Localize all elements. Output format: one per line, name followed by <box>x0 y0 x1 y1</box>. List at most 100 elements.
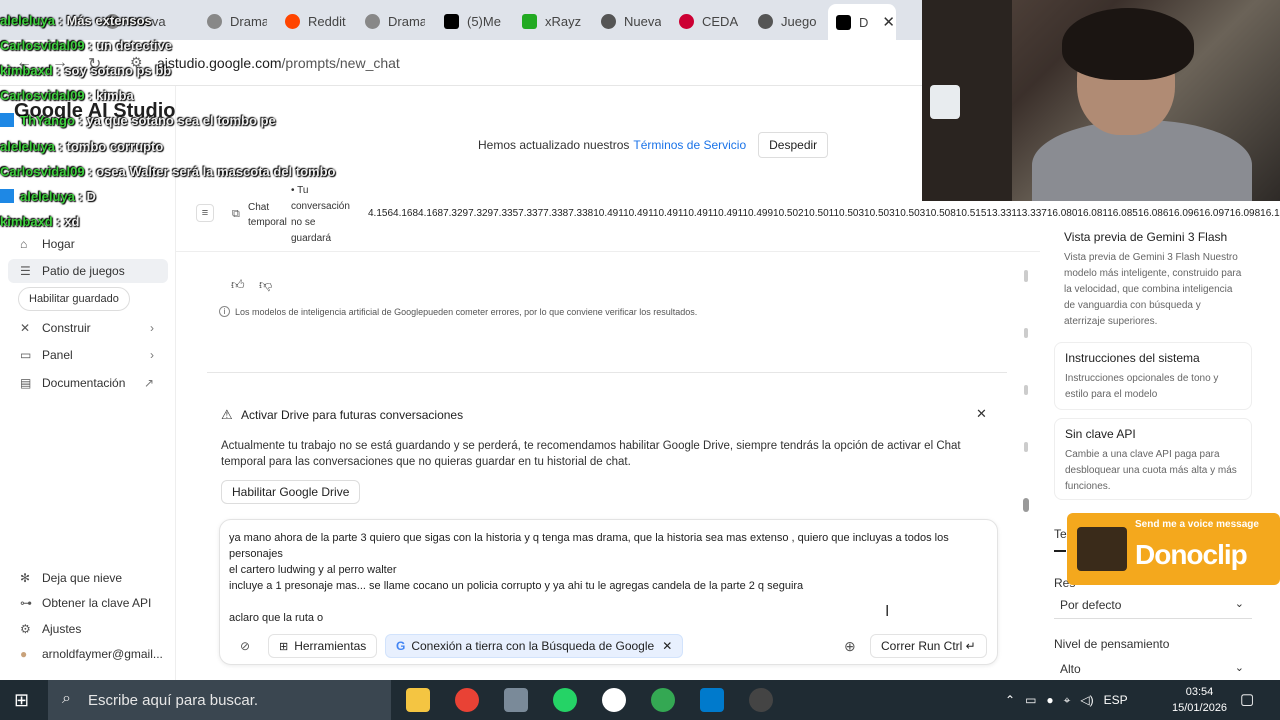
setting-label-partial: Te <box>1054 527 1067 541</box>
thumbs-down-icon[interactable]: 👎︎ <box>259 277 272 293</box>
screen: Nueva Drama Reddit Drama (5)Me xRayz Nue… <box>0 0 1280 720</box>
tab-ceda[interactable]: CEDA <box>679 6 739 36</box>
tab-active[interactable]: D ✕ <box>828 4 896 40</box>
terms-link[interactable]: Términos de Servicio <box>633 138 746 152</box>
taskbar-search[interactable]: ⌕ Escribe aquí para buscar. <box>48 680 391 720</box>
vscode-icon[interactable] <box>700 688 724 712</box>
obs-icon[interactable] <box>749 688 773 712</box>
tab-drama-1[interactable]: Drama <box>207 6 267 36</box>
tab-nueva-2[interactable]: Nueva <box>601 6 661 36</box>
language-indicator[interactable]: ESP <box>1104 693 1128 707</box>
network-icon[interactable]: ▭ <box>1025 693 1036 707</box>
build-icon: ✕ <box>20 321 31 335</box>
sidebar-item-playground[interactable]: ☰ Patio de juegos <box>8 259 168 283</box>
clock[interactable]: 03:54 15/01/2026 <box>1172 684 1227 716</box>
scroll-marker <box>1024 385 1028 395</box>
notifications-icon[interactable]: ▢ <box>1240 690 1254 708</box>
sidebar-item-home[interactable]: ⌂ Hogar <box>8 232 168 256</box>
tab-reddit[interactable]: Reddit <box>285 6 355 36</box>
chat-text: tombo corrupto <box>66 139 164 154</box>
system-title: Instrucciones del sistema <box>1065 351 1200 365</box>
api-key-card[interactable]: Sin clave API Cambie a una clave API pag… <box>1054 418 1252 500</box>
close-icon[interactable]: ✕ <box>976 406 987 422</box>
chevron-up-icon[interactable]: ⌃ <box>1005 693 1015 707</box>
windows-start-icon[interactable]: ⊞ <box>14 690 29 711</box>
tab-xrayz[interactable]: xRayz <box>522 6 582 36</box>
sidebar-item-api-key[interactable]: ⊶ Obtener la clave API <box>8 591 168 615</box>
tab-tiktok[interactable]: (5)Me <box>444 6 504 36</box>
tab-favicon-icon <box>836 14 851 30</box>
chat-user: aleleluya <box>0 13 55 28</box>
capcut-icon[interactable] <box>602 688 626 712</box>
chat-user: aleleluya <box>0 139 55 154</box>
chat-text: D <box>86 189 96 204</box>
model-card[interactable]: Vista previa de Gemini 3 Flash Vista pre… <box>1054 222 1252 334</box>
tab-drama-2[interactable]: Drama <box>365 6 425 36</box>
sidebar-item-build[interactable]: ✕ Construir › <box>8 316 168 340</box>
tab-label: D <box>859 14 869 30</box>
external-link-icon: ↗ <box>143 376 154 390</box>
chat-message: kimbaxd : soy sotano ps bb <box>0 63 172 78</box>
donoclip-overlay: Send me a voice message Donoclip <box>1067 513 1280 585</box>
avatar-icon: ● <box>20 647 28 661</box>
reddit-icon <box>285 13 300 29</box>
close-icon[interactable]: ✕ <box>662 639 672 653</box>
run-button[interactable]: Correr Run Ctrl ↵ <box>870 634 987 658</box>
chat-message: Carlosvidal09 : kimba <box>0 88 134 103</box>
scroll-marker <box>1024 270 1028 282</box>
remove-attachment-icon[interactable]: ⊘ <box>230 634 260 658</box>
location-icon[interactable]: ⌖ <box>1064 693 1071 708</box>
enable-drive-button[interactable]: Habilitar Google Drive <box>221 480 361 504</box>
enable-saving-button[interactable]: Habilitar guardado <box>18 287 130 311</box>
tools-button[interactable]: ⊞ Herramientas <box>268 634 378 658</box>
sidebar-item-docs[interactable]: ▤ Documentación ↗ <box>8 371 168 395</box>
docs-icon: ▤ <box>20 376 32 390</box>
tab-label: Nueva <box>624 13 661 29</box>
temporary-chat-toggle[interactable]: Chat temporal <box>248 200 287 230</box>
tab-label: CEDA <box>702 13 739 29</box>
sidebar-item-account[interactable]: ● arnoldfaymer@gmail... <box>8 642 168 666</box>
chat-message: aleleluya : Más extensos <box>0 13 152 28</box>
temporary-chat-note: • Tu conversación no se guardará <box>291 183 350 247</box>
chat-text: un detective <box>96 38 172 53</box>
chrome-icon-2[interactable] <box>651 688 675 712</box>
chat-message: aleleluya : D <box>0 189 96 204</box>
close-icon[interactable]: ✕ <box>882 13 895 31</box>
tab-juego[interactable]: Juego <box>758 6 818 36</box>
openai-icon <box>758 13 773 29</box>
system-instructions-card[interactable]: Instrucciones del sistema Instrucciones … <box>1054 342 1252 410</box>
disclaimer-text: Los modelos de inteligencia artificial d… <box>235 306 698 317</box>
thumbs-up-icon[interactable]: 👍︎ <box>231 277 245 293</box>
temporary-chat-icon: ⧉ <box>232 208 240 220</box>
chat-user: kimbaxd <box>0 214 53 229</box>
app-icon[interactable] <box>504 688 528 712</box>
chat-message: kimbaxd : xd <box>0 214 80 229</box>
file-explorer-icon[interactable] <box>406 688 430 712</box>
add-icon[interactable]: ⊕ <box>834 634 866 658</box>
donoclip-logo-text: Donoclip <box>1135 539 1248 570</box>
dashboard-icon: ▭ <box>20 348 32 362</box>
whatsapp-icon[interactable] <box>553 688 577 712</box>
volume-icon[interactable]: ◁) <box>1080 693 1093 707</box>
sidebar-item-snow[interactable]: ✻ Deja que nieve <box>8 566 168 590</box>
collapse-panel-icon[interactable]: ≡ <box>196 204 214 222</box>
scrollbar-thumb[interactable] <box>1023 498 1029 512</box>
slider-track <box>1054 550 1066 552</box>
grounding-chip[interactable]: G Conexión a tierra con la Búsqueda de Go… <box>385 634 684 658</box>
tab-favicon-icon <box>207 13 222 29</box>
key-icon: ⊶ <box>20 596 32 610</box>
sidebar-item-dashboard[interactable]: ▭ Panel › <box>8 343 168 367</box>
resolution-select[interactable]: Por defecto ⌄ <box>1054 593 1252 619</box>
chrome-icon[interactable] <box>455 688 479 712</box>
prompt-composer: ya mano ahora de la parte 3 quiero que s… <box>219 519 998 665</box>
api-title: Sin clave API <box>1065 427 1136 441</box>
tab-label: Drama <box>388 13 425 29</box>
url-field[interactable]: aistudio.google.com/prompts/new_chat <box>157 55 400 71</box>
sidebar-item-settings[interactable]: ⚙ Ajustes <box>8 617 168 641</box>
system-desc: Instrucciones opcionales de tono y estil… <box>1065 373 1219 400</box>
chat-user: Carlosvidal09 <box>0 164 85 179</box>
dismiss-button[interactable]: Despedir <box>758 132 829 158</box>
prompt-input[interactable]: ya mano ahora de la parte 3 quiero que s… <box>229 530 991 626</box>
badge-icon <box>0 189 14 203</box>
microphone-icon[interactable]: ● <box>1046 693 1053 707</box>
